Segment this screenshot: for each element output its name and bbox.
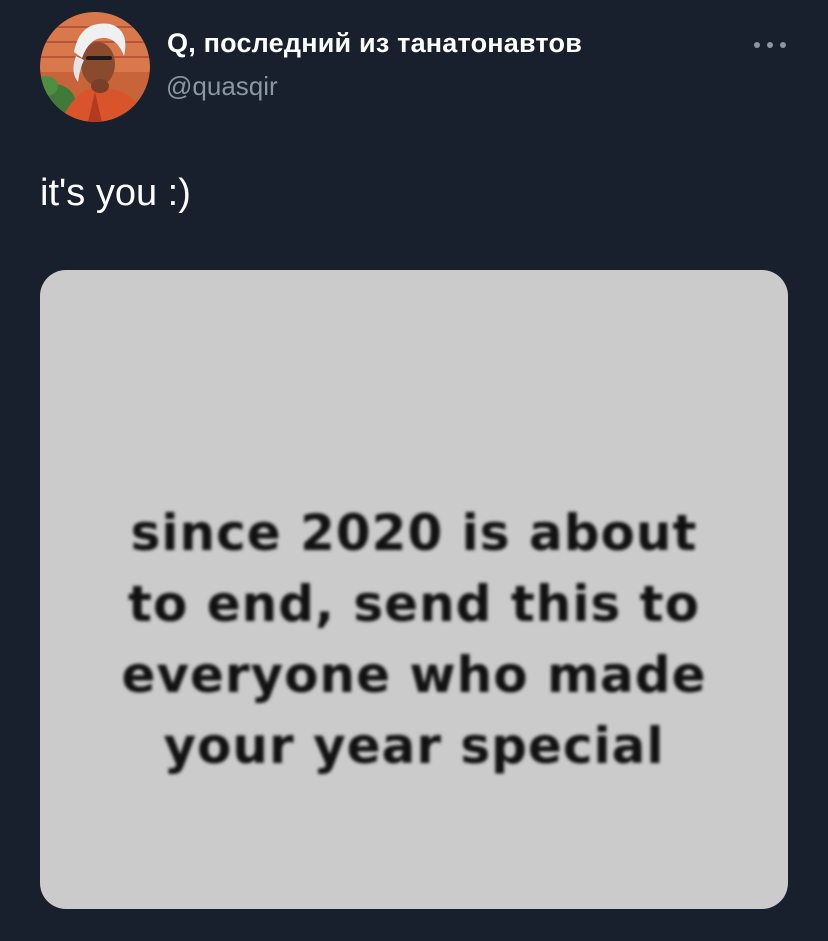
meme-caption-line: everyone who made <box>121 646 707 704</box>
author-display-name[interactable]: Q, последний из танатонавтов <box>167 28 582 59</box>
meme-caption: since 2020 is about to end, send this to… <box>40 498 788 782</box>
more-options-icon <box>754 42 786 48</box>
tweet-media-image[interactable]: since 2020 is about to end, send this to… <box>40 270 788 909</box>
author-handle[interactable]: @quasqir <box>166 71 278 102</box>
meme-caption-line: since 2020 is about <box>130 504 698 562</box>
more-options-button[interactable] <box>748 30 792 60</box>
tweet: Q, последний из танатонавтов @quasqir it… <box>0 0 828 941</box>
tweet-text: it's you :) <box>40 172 191 214</box>
meme-caption-line: your year special <box>163 717 665 775</box>
avatar-image <box>40 12 150 122</box>
profile-avatar[interactable] <box>40 12 150 122</box>
meme-caption-line: to end, send this to <box>128 575 700 633</box>
